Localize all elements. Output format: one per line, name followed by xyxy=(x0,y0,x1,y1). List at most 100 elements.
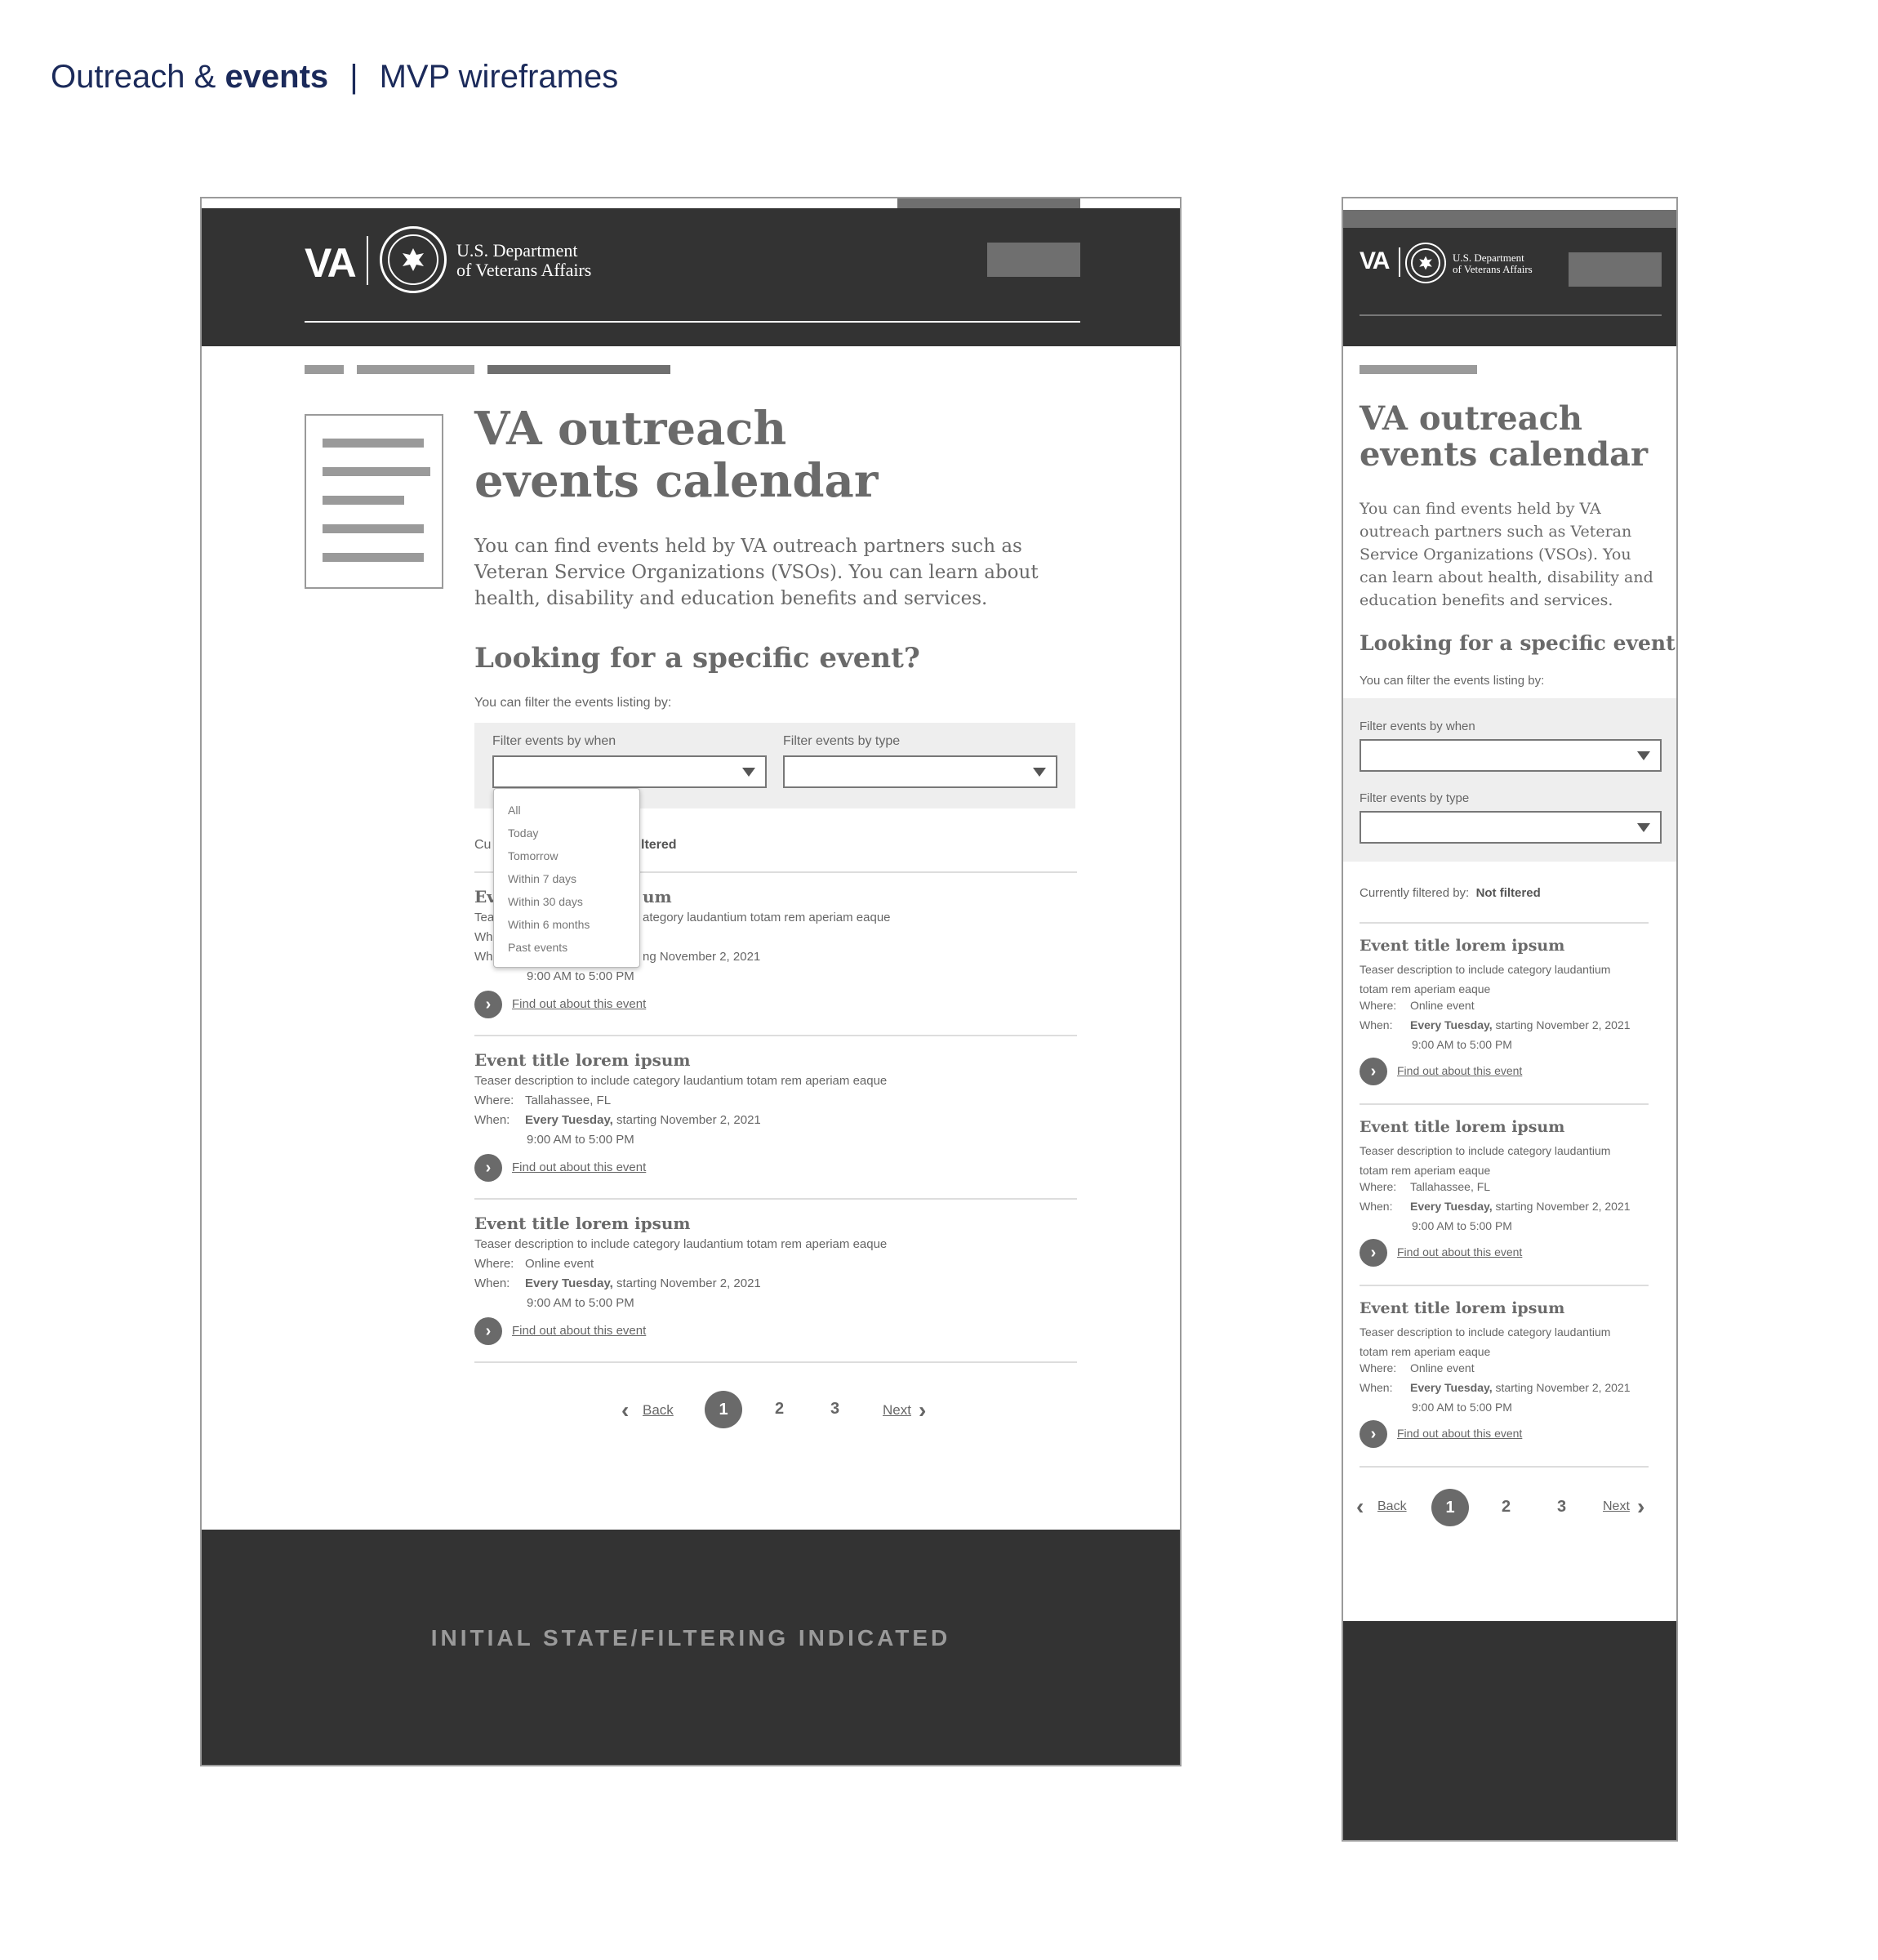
pagination-back[interactable]: Back xyxy=(1377,1499,1407,1514)
chevron-right-icon[interactable]: › xyxy=(474,1317,502,1345)
event-time: 9:00 AM to 5:00 PM xyxy=(527,969,634,983)
side-nav-item[interactable] xyxy=(323,467,430,476)
logo-divider xyxy=(367,236,368,285)
event-when: When: Every Tuesday, starting November 2,… xyxy=(474,1113,761,1127)
filter-type-select[interactable] xyxy=(783,755,1057,788)
breadcrumb-item-1[interactable] xyxy=(305,365,344,374)
chevron-right-icon[interactable]: › xyxy=(919,1397,926,1423)
chevron-right-icon[interactable]: › xyxy=(1360,1058,1387,1085)
event-link[interactable]: Find out about this event xyxy=(512,997,646,1011)
when-rest: starting November 2, 2021 xyxy=(612,1113,761,1127)
teaser-line: Teaser description to include category l… xyxy=(1360,963,1611,976)
teaser-line: totam rem aperiam eaque xyxy=(1360,1345,1491,1358)
header-button-placeholder[interactable] xyxy=(1569,252,1662,287)
header-rule xyxy=(1360,314,1662,316)
va-logo[interactable]: VA xyxy=(305,239,357,287)
when-label: When: xyxy=(1360,1018,1393,1031)
teaser-line: Teaser description to include category l… xyxy=(1360,1144,1611,1157)
side-nav-item[interactable] xyxy=(323,524,424,533)
filter-type-label: Filter events by type xyxy=(1360,791,1470,805)
event-when: When: Every Tuesday, starting November 2,… xyxy=(1360,1200,1631,1213)
side-nav-item[interactable] xyxy=(323,553,424,562)
dropdown-option[interactable]: Today xyxy=(494,822,639,844)
where-label: Where: xyxy=(474,1257,514,1271)
dropdown-option[interactable]: Within 30 days xyxy=(494,890,639,913)
filter-type-select[interactable] xyxy=(1360,811,1662,844)
page-title: VA outreach events calendar xyxy=(474,402,879,509)
page-intro: You can find events held by VA outreach … xyxy=(474,536,1039,609)
divider xyxy=(474,1198,1077,1200)
pagination-page[interactable]: 2 xyxy=(775,1400,784,1419)
filter-when-select[interactable] xyxy=(1360,739,1662,772)
when-bold: Every Tuesday, xyxy=(1410,1018,1493,1031)
pagination-page[interactable]: 2 xyxy=(1502,1498,1511,1517)
filter-intro: You can filter the events listing by: xyxy=(1360,674,1545,688)
chevron-left-icon[interactable]: ‹ xyxy=(621,1397,629,1423)
side-nav-item[interactable] xyxy=(323,439,424,448)
va-seal-icon xyxy=(1405,243,1446,283)
chevron-right-icon[interactable]: › xyxy=(474,1154,502,1182)
divider xyxy=(1360,1466,1649,1468)
document-title: Outreach & events | MVP wireframes xyxy=(51,59,618,96)
when-label: When: xyxy=(474,1113,510,1127)
dropdown-option[interactable]: All xyxy=(494,799,639,822)
where-value: Tallahassee, FL xyxy=(525,1094,612,1107)
dept-line-2: of Veterans Affairs xyxy=(456,260,592,281)
event-where: Where: Tallahassee, FL xyxy=(1360,1180,1490,1193)
dropdown-option[interactable]: Past events xyxy=(494,936,639,959)
doc-title-subtitle: MVP wireframes xyxy=(379,59,619,95)
pagination-page-current[interactable]: 1 xyxy=(705,1391,742,1428)
event-title: Event title lorem ipsum xyxy=(1360,1118,1565,1136)
desktop-wireframe: VA U.S. Department of Veterans Affairs V… xyxy=(200,197,1182,1766)
va-logo[interactable]: VA xyxy=(1360,247,1390,275)
pagination-page[interactable]: 3 xyxy=(1557,1498,1566,1517)
chevron-right-icon[interactable]: › xyxy=(1360,1239,1387,1267)
divider xyxy=(474,1035,1077,1036)
event-link[interactable]: Find out about this event xyxy=(1397,1427,1522,1440)
when-rest: starting November 2, 2021 xyxy=(612,1276,761,1290)
doc-title-prefix: Outreach & xyxy=(51,59,225,95)
currently-filtered-value: Not filtered xyxy=(1475,886,1541,900)
event-link[interactable]: Find out about this event xyxy=(512,1160,646,1174)
where-label: Where: xyxy=(474,1094,514,1107)
chevron-down-icon xyxy=(1637,823,1650,832)
filter-intro: You can filter the events listing by: xyxy=(474,696,672,710)
site-footer: INITIAL STATE/FILTERING INDICATED xyxy=(202,1530,1180,1765)
chevron-down-icon xyxy=(742,768,755,777)
event-link[interactable]: Find out about this event xyxy=(512,1324,646,1338)
event-link[interactable]: Find out about this event xyxy=(1397,1064,1522,1077)
dropdown-option[interactable]: Within 6 months xyxy=(494,913,639,936)
chevron-right-icon[interactable]: › xyxy=(1360,1420,1387,1448)
event-when: When: Every Tuesday, starting November 2,… xyxy=(474,1276,761,1290)
pagination-next[interactable]: Next xyxy=(883,1402,911,1419)
header-rule xyxy=(305,321,1080,323)
when-rest: starting November 2, 2021 xyxy=(1492,1018,1631,1031)
when-bold: Every Tuesday, xyxy=(1410,1200,1493,1213)
breadcrumb-item-2[interactable] xyxy=(357,365,474,374)
logo-divider xyxy=(1399,247,1400,277)
divider xyxy=(474,1361,1077,1363)
dept-line-1: U.S. Department xyxy=(456,240,578,261)
divider xyxy=(1360,922,1649,924)
currently-filtered-label: Currently filtered by: xyxy=(1360,886,1470,900)
chevron-right-icon[interactable]: › xyxy=(1637,1494,1644,1520)
event-where: Where: Tallahassee, FL xyxy=(474,1094,611,1107)
chevron-left-icon[interactable]: ‹ xyxy=(1356,1494,1364,1520)
header-button-placeholder[interactable] xyxy=(987,243,1080,277)
pagination-page-current[interactable]: 1 xyxy=(1431,1489,1469,1526)
dropdown-option[interactable]: Within 7 days xyxy=(494,867,639,890)
when-rest: starting November 2, 2021 xyxy=(1492,1200,1631,1213)
chevron-down-icon xyxy=(1033,768,1046,777)
side-nav-item[interactable] xyxy=(323,496,404,505)
filter-type-label: Filter events by type xyxy=(783,734,901,748)
event-teaser: Teaser description to include category l… xyxy=(1360,1141,1610,1180)
pagination-page[interactable]: 3 xyxy=(830,1400,839,1419)
pagination-back[interactable]: Back xyxy=(643,1402,674,1419)
dropdown-option[interactable]: Tomorrow xyxy=(494,844,639,867)
teaser-line: totam rem aperiam eaque xyxy=(1360,1164,1491,1177)
filter-when-select[interactable] xyxy=(492,755,767,788)
pagination-next[interactable]: Next xyxy=(1603,1499,1630,1514)
chevron-right-icon[interactable]: › xyxy=(474,991,502,1018)
breadcrumb-item[interactable] xyxy=(1360,365,1477,374)
event-link[interactable]: Find out about this event xyxy=(1397,1245,1522,1258)
